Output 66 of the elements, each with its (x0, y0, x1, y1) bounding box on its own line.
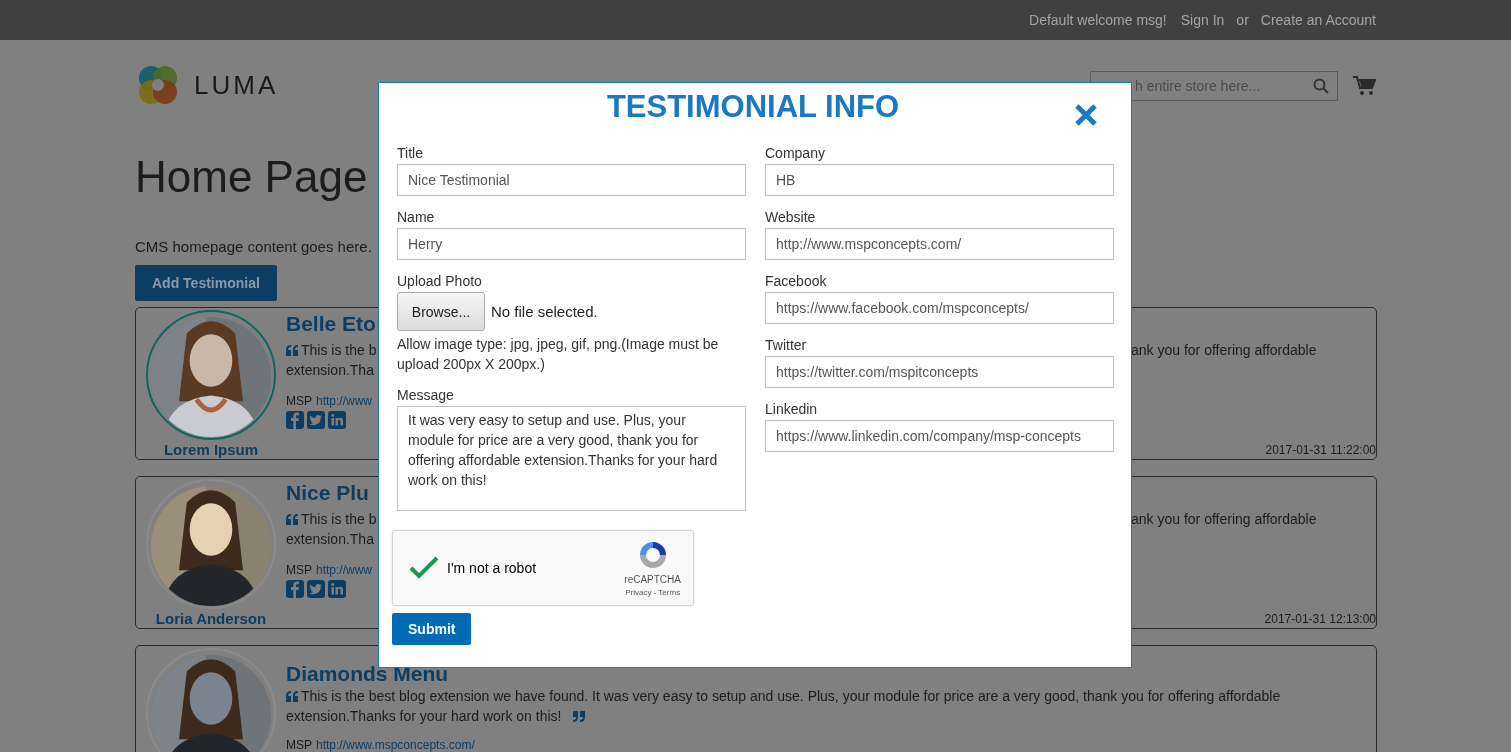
msp-label: MSP (286, 394, 312, 408)
field-label: Message (397, 387, 455, 403)
separator-text: or (1236, 12, 1249, 28)
input-field[interactable]: http://www.mspconcepts.com/ (765, 228, 1114, 260)
field-label: Facebook (765, 273, 828, 289)
testimonial-text: extension.Tha (286, 361, 375, 380)
linkedin-icon[interactable] (328, 411, 346, 429)
field-label: Upload Photo (397, 273, 483, 289)
input-field[interactable]: Herry (397, 228, 746, 260)
welcome-message: Default welcome msg! (1029, 12, 1167, 28)
field-label: Name (397, 209, 436, 225)
add-testimonial-button[interactable]: Add Testimonial (135, 265, 277, 301)
testimonial-title: Belle Eto (286, 312, 377, 336)
input-field[interactable]: https://www.facebook.com/mspconcepts/ (765, 292, 1114, 324)
testimonial-title: Nice Plu (286, 481, 370, 505)
file-status: No file selected. (491, 303, 598, 320)
page-title: Home Page (135, 152, 368, 202)
intro-text: CMS homepage content goes here. (135, 238, 372, 255)
twitter-icon[interactable] (307, 580, 325, 598)
sign-in-link[interactable]: Sign In (1180, 12, 1225, 28)
search-icon[interactable] (1313, 78, 1329, 94)
testimonial-text: ank you for offering affordable (1131, 510, 1317, 529)
message-field[interactable]: It was very easy to setup and use. Plus, your module for price are a very good, thank you for offering affordable extension.Thanks for your hard work on this! (397, 406, 746, 511)
testimonial-title: Diamonds Menu (286, 662, 449, 685)
dialog-title: TESTIMONIAL INFO (606, 89, 900, 125)
logo-text: LUMA (194, 69, 279, 101)
input-field[interactable]: https://www.linkedin.com/company/msp-concepts (765, 420, 1114, 452)
testimonial-text: This is the b (301, 510, 377, 529)
close-icon[interactable] (1074, 103, 1098, 127)
captcha-checkbox[interactable] (409, 555, 439, 581)
field-label: Linkedin (765, 401, 819, 417)
quote-icon (286, 344, 299, 356)
quote-icon (573, 710, 587, 722)
submit-button[interactable]: Submit (392, 613, 472, 645)
captcha-brand: reCAPTCHA (624, 574, 681, 585)
linkedin-icon[interactable] (328, 580, 346, 598)
testimonial-text: This is the best blog extension we have found. It was very easy to setup and use. Plus, your module for price are a very good, thank you for offering affordable (301, 687, 1281, 706)
cart-icon[interactable] (1352, 75, 1376, 97)
quote-icon (286, 690, 299, 702)
field-label: Company (765, 145, 826, 161)
create-account-link[interactable]: Create an Account (1260, 12, 1376, 28)
input-field[interactable]: https://twitter.com/mspitconcepts (765, 356, 1114, 388)
msp-label: MSP (286, 738, 312, 752)
testimonial-text: This is the b (301, 341, 377, 360)
field-label: Title (397, 145, 424, 161)
field-label: Twitter (765, 337, 808, 353)
quote-icon (286, 513, 299, 525)
upload-hint: Allow image type: jpg, jpeg, gif, png.(Image must be upload 200px X 200px.) (397, 335, 720, 374)
msp-label: MSP (286, 563, 312, 577)
author-name: Lorem Ipsum (163, 441, 259, 458)
testimonial-text: ank you for offering affordable (1131, 341, 1317, 360)
author-name: Loria Anderson (155, 610, 267, 627)
facebook-icon[interactable] (286, 411, 304, 429)
logo-icon (136, 63, 180, 107)
twitter-icon[interactable] (307, 411, 325, 429)
captcha-label: I'm not a robot (447, 560, 538, 576)
input-field[interactable]: HB (765, 164, 1114, 196)
date-text: 2017-01-31 11:22:00 (1265, 443, 1376, 457)
input-field[interactable]: Nice Testimonial (397, 164, 746, 196)
facebook-icon[interactable] (286, 580, 304, 598)
field-label: Website (765, 209, 817, 225)
privacy-terms-link[interactable]: Privacy - Terms (625, 588, 681, 597)
date-text: 2017-01-31 12:13:00 (1264, 612, 1376, 626)
testimonial-text: extension.Thanks for your hard work on this! (286, 707, 562, 726)
testimonial-text: extension.Tha (286, 530, 375, 549)
browse-button[interactable]: Browse... (397, 292, 485, 331)
